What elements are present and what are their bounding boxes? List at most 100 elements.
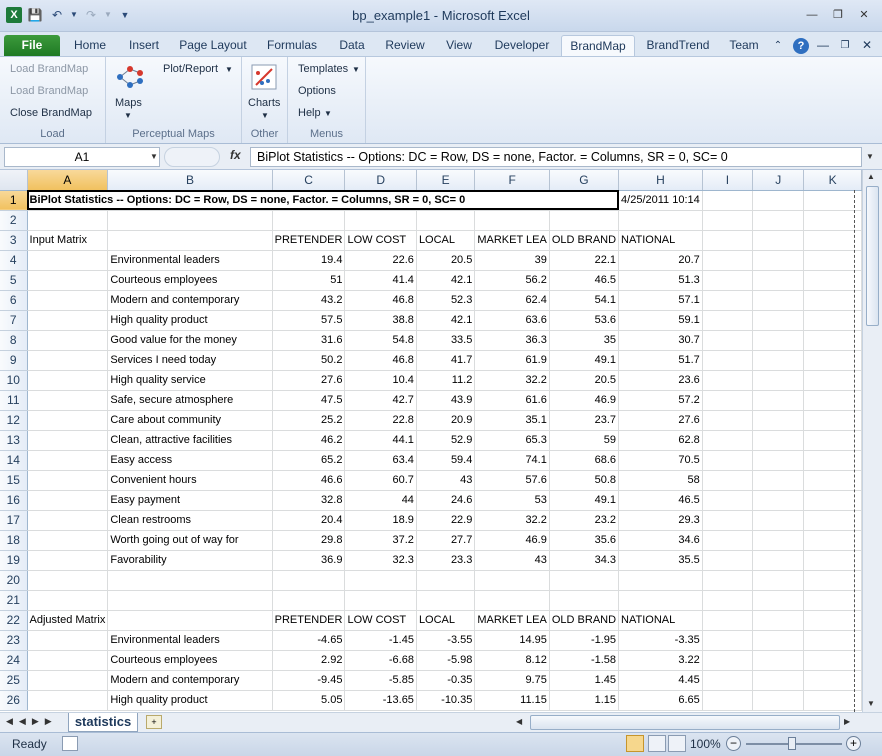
cell[interactable]	[702, 290, 754, 311]
value-cell[interactable]: 33.5	[416, 330, 476, 351]
plot-report-button[interactable]: Plot/Report	[163, 63, 218, 75]
value-cell[interactable]: 14.95	[474, 630, 550, 651]
value-cell[interactable]: 19.4	[272, 250, 346, 271]
value-cell[interactable]: 68.6	[549, 450, 620, 471]
row-header[interactable]: 1	[0, 190, 28, 211]
cell[interactable]	[752, 350, 805, 371]
value-cell[interactable]: 53	[474, 490, 550, 511]
cell-table[interactable]: A B C D E F G H I J K 1 BiPlot Statistics…	[0, 170, 862, 711]
cell[interactable]	[752, 530, 805, 551]
maps-dropdown-icon[interactable]: ▼	[124, 111, 132, 120]
cell[interactable]	[702, 210, 754, 231]
value-cell[interactable]: 59.4	[416, 450, 476, 471]
value-cell[interactable]: 57.6	[474, 470, 550, 491]
cell[interactable]	[344, 590, 417, 611]
cell[interactable]	[549, 590, 620, 611]
cell[interactable]	[416, 590, 476, 611]
cell[interactable]	[803, 610, 862, 631]
row-header[interactable]: 2	[0, 210, 28, 231]
value-cell[interactable]: 46.8	[344, 350, 417, 371]
cell[interactable]	[27, 270, 109, 291]
cell[interactable]	[752, 510, 805, 531]
value-cell[interactable]: 61.6	[474, 390, 550, 411]
cell[interactable]	[27, 210, 109, 231]
normal-view-icon[interactable]	[626, 735, 644, 752]
row-header[interactable]: 20	[0, 570, 28, 591]
value-cell[interactable]: 6.65	[618, 690, 703, 711]
value-cell[interactable]: 62.8	[618, 430, 703, 451]
worksheet-grid[interactable]: A B C D E F G H I J K 1 BiPlot Statistics…	[0, 170, 862, 712]
column-label[interactable]: PRETENDER	[272, 610, 346, 631]
cell[interactable]	[803, 590, 862, 611]
cell[interactable]	[549, 570, 620, 591]
zoom-level[interactable]: 100%	[690, 737, 721, 751]
cell[interactable]	[618, 210, 703, 231]
cell[interactable]	[752, 290, 805, 311]
cell[interactable]	[702, 190, 754, 211]
value-cell[interactable]: 43	[416, 470, 476, 491]
value-cell[interactable]: 57.5	[272, 310, 346, 331]
cell[interactable]	[416, 570, 476, 591]
formula-input[interactable]: BiPlot Statistics -- Options: DC = Row, …	[250, 147, 862, 167]
value-cell[interactable]: 51	[272, 270, 346, 291]
row-header[interactable]: 12	[0, 410, 28, 431]
column-label[interactable]: OLD BRAND	[549, 610, 620, 631]
cell[interactable]	[803, 290, 862, 311]
cell[interactable]	[702, 690, 754, 711]
value-cell[interactable]: 35	[549, 330, 620, 351]
cell[interactable]	[752, 670, 805, 691]
value-cell[interactable]: -9.45	[272, 670, 346, 691]
value-cell[interactable]: 49.1	[549, 350, 620, 371]
value-cell[interactable]: 18.9	[344, 510, 417, 531]
insert-sheet-icon[interactable]: +	[146, 715, 162, 729]
cell[interactable]	[702, 570, 754, 591]
cell[interactable]	[702, 310, 754, 331]
value-cell[interactable]: 50.2	[272, 350, 346, 371]
value-cell[interactable]: 24.6	[416, 490, 476, 511]
column-label[interactable]: LOCAL	[416, 610, 476, 631]
value-cell[interactable]: -5.98	[416, 650, 476, 671]
column-header-i[interactable]: I	[702, 170, 754, 191]
cell[interactable]	[803, 470, 862, 491]
cell[interactable]	[702, 450, 754, 471]
value-cell[interactable]: 46.5	[549, 270, 620, 291]
cell[interactable]	[752, 470, 805, 491]
cell[interactable]	[549, 210, 620, 231]
cell[interactable]	[803, 630, 862, 651]
cell[interactable]	[27, 670, 109, 691]
select-all-corner[interactable]	[0, 170, 28, 191]
value-cell[interactable]: 46.9	[474, 530, 550, 551]
cell[interactable]	[416, 210, 476, 231]
cell[interactable]	[107, 230, 273, 251]
workbook-minimize-icon[interactable]: —	[814, 35, 832, 56]
row-label[interactable]: Convenient hours	[107, 470, 273, 491]
cell[interactable]	[752, 310, 805, 331]
value-cell[interactable]: 57.1	[618, 290, 703, 311]
cell[interactable]	[803, 270, 862, 291]
column-label[interactable]: MARKET LEA	[474, 610, 550, 631]
column-label[interactable]: MARKET LEA	[474, 230, 550, 251]
row-header[interactable]: 17	[0, 510, 28, 531]
tab-developer[interactable]: Developer	[490, 35, 554, 56]
minimize-icon[interactable]: —	[800, 6, 824, 24]
cell[interactable]	[803, 350, 862, 371]
workbook-close-icon[interactable]: ✕	[858, 35, 876, 56]
cell[interactable]	[27, 510, 109, 531]
cell-i1-date[interactable]: 4/25/2011 10:14	[618, 190, 703, 211]
value-cell[interactable]: 29.3	[618, 510, 703, 531]
cell[interactable]	[803, 690, 862, 711]
value-cell[interactable]: 43.9	[416, 390, 476, 411]
value-cell[interactable]: 46.9	[549, 390, 620, 411]
page-break-view-icon[interactable]	[668, 735, 686, 752]
expand-formula-bar-icon[interactable]: ▼	[866, 152, 874, 161]
cell[interactable]	[27, 290, 109, 311]
load-brandmap-button-2[interactable]: Load BrandMap	[10, 85, 88, 97]
value-cell[interactable]: 23.3	[416, 550, 476, 571]
tab-brandmap[interactable]: BrandMap	[561, 35, 635, 57]
cell[interactable]	[27, 350, 109, 371]
value-cell[interactable]: 59	[549, 430, 620, 451]
cell[interactable]	[702, 670, 754, 691]
cell[interactable]	[803, 390, 862, 411]
cell[interactable]	[752, 210, 805, 231]
cell[interactable]	[27, 690, 109, 711]
